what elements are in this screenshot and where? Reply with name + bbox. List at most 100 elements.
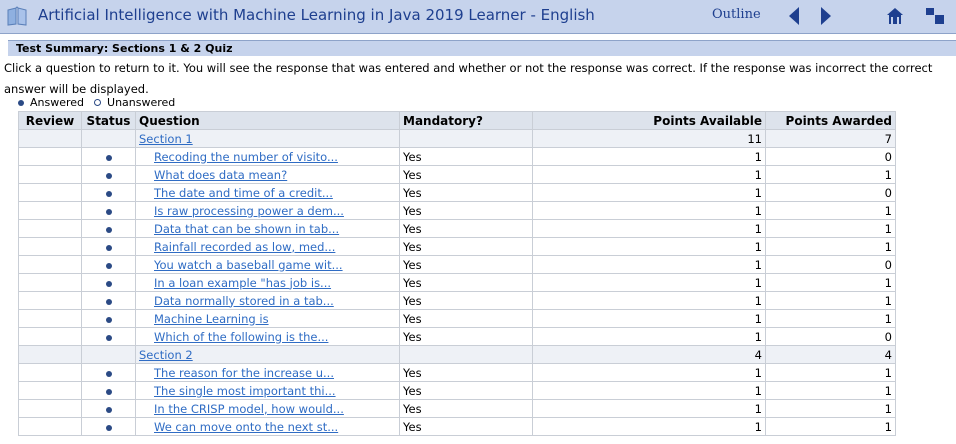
question-link[interactable]: The reason for the increase u... [154,366,334,380]
points-awarded-cell: 0 [765,147,896,166]
question-link[interactable]: Data that can be shown in tab... [154,222,339,236]
review-cell [18,363,82,382]
question-link[interactable]: Which of the following is the... [154,330,328,344]
section-link[interactable]: Section 2 [139,348,193,362]
question-row: We can move onto the next st... Yes 1 1 [18,417,896,436]
question-link[interactable]: The single most important thi... [154,384,336,398]
table-body: Section 1 11 7 Recoding the number of visit… [18,129,896,436]
mandatory-cell: Yes [399,237,533,256]
answered-dot-icon [105,388,112,395]
question-link[interactable]: In the CRISP model, how would... [154,402,344,416]
mandatory-cell: Yes [399,201,533,220]
points-awarded-cell: 0 [765,327,896,346]
question-link[interactable]: We can move onto the next st... [154,420,338,434]
home-icon[interactable] [885,6,905,26]
status-cell [81,309,136,328]
status-cell [81,381,136,400]
review-cell [18,255,82,274]
question-row: The single most important thi... Yes 1 1 [18,381,896,400]
question-cell: Data normally stored in a tab... [135,291,400,310]
question-row: Which of the following is the... Yes 1 0 [18,327,896,346]
question-row: You watch a baseball game wit... Yes 1 0 [18,255,896,274]
points-available-cell: 1 [532,165,766,184]
question-row: Rainfall recorded as low, med... Yes 1 1 [18,237,896,256]
arrow-right-icon[interactable] [818,5,834,27]
points-available-cell: 1 [532,399,766,418]
question-link[interactable]: What does data mean? [154,168,287,182]
points-available-cell: 1 [532,237,766,256]
review-cell [18,237,82,256]
legend-unanswered: Unanswered [107,96,176,109]
status-legend: Answered Unanswered [18,96,185,109]
points-available-cell: 1 [532,417,766,436]
question-link[interactable]: Is raw processing power a dem... [154,204,344,218]
mandatory-cell: Yes [399,327,533,346]
summary-header: Test Summary: Sections 1 & 2 Quiz [8,40,956,56]
header-status: Status [81,111,136,130]
mandatory-cell: Yes [399,291,533,310]
book-icon [7,6,27,26]
question-link[interactable]: The date and time of a credit... [154,186,333,200]
answered-dot-icon [105,226,112,233]
arrow-left-icon[interactable] [786,5,802,27]
mandatory-cell: Yes [399,165,533,184]
points-available-cell: 1 [532,219,766,238]
status-cell [81,201,136,220]
header-review: Review [18,111,82,130]
points-awarded-cell: 1 [765,201,896,220]
points-available-cell: 1 [532,309,766,328]
question-link[interactable]: Machine Learning is [154,312,269,326]
points-awarded-cell: 0 [765,183,896,202]
question-cell: You watch a baseball game wit... [135,255,400,274]
question-row: Data that can be shown in tab... Yes 1 1 [18,219,896,238]
header-points-awarded: Points Awarded [765,111,896,130]
review-cell [18,183,82,202]
section-cell: Section 1 [135,129,400,148]
review-cell [18,309,82,328]
question-link[interactable]: Recoding the number of visito... [154,150,338,164]
points-awarded-cell: 1 [765,237,896,256]
points-available-cell: 1 [532,327,766,346]
question-cell: Rainfall recorded as low, med... [135,237,400,256]
answered-dot-icon [105,298,112,305]
review-cell [18,399,82,418]
points-available-cell: 1 [532,147,766,166]
section-link[interactable]: Section 1 [139,132,193,146]
answered-dot-icon [105,262,112,269]
section-points-awarded: 7 [765,129,896,148]
app-header: Artificial Intelligence with Machine Lea… [0,0,956,34]
mandatory-cell: Yes [399,273,533,292]
question-cell: The single most important thi... [135,381,400,400]
question-cell: In the CRISP model, how would... [135,399,400,418]
course-title: Artificial Intelligence with Machine Lea… [38,6,595,24]
status-cell [81,327,136,346]
question-cell: Data that can be shown in tab... [135,219,400,238]
points-awarded-cell: 1 [765,273,896,292]
review-cell [18,129,82,148]
menu-icon[interactable] [924,6,946,26]
mandatory-cell: Yes [399,399,533,418]
answered-dot-icon [105,244,112,251]
question-link[interactable]: You watch a baseball game wit... [154,258,343,272]
header-mandatory: Mandatory? [399,111,533,130]
status-cell [81,345,136,364]
mandatory-cell: Yes [399,363,533,382]
question-link[interactable]: Data normally stored in a tab... [154,294,334,308]
status-cell [81,183,136,202]
outline-link[interactable]: Outline [712,7,761,22]
question-link[interactable]: In a loan example "has job is... [154,276,331,290]
mandatory-cell: Yes [399,417,533,436]
answered-dot-icon [105,370,112,377]
question-cell: What does data mean? [135,165,400,184]
unanswered-dot-icon [94,99,102,106]
mandatory-cell: Yes [399,183,533,202]
question-row: The reason for the increase u... Yes 1 1 [18,363,896,382]
mandatory-cell [399,129,533,148]
answered-dot-icon [105,316,112,323]
table-header-row: Review Status Question Mandatory? Points… [18,111,896,130]
section-points-available: 11 [532,129,766,148]
question-cell: Is raw processing power a dem... [135,201,400,220]
question-link[interactable]: Rainfall recorded as low, med... [154,240,335,254]
mandatory-cell: Yes [399,219,533,238]
review-cell [18,345,82,364]
